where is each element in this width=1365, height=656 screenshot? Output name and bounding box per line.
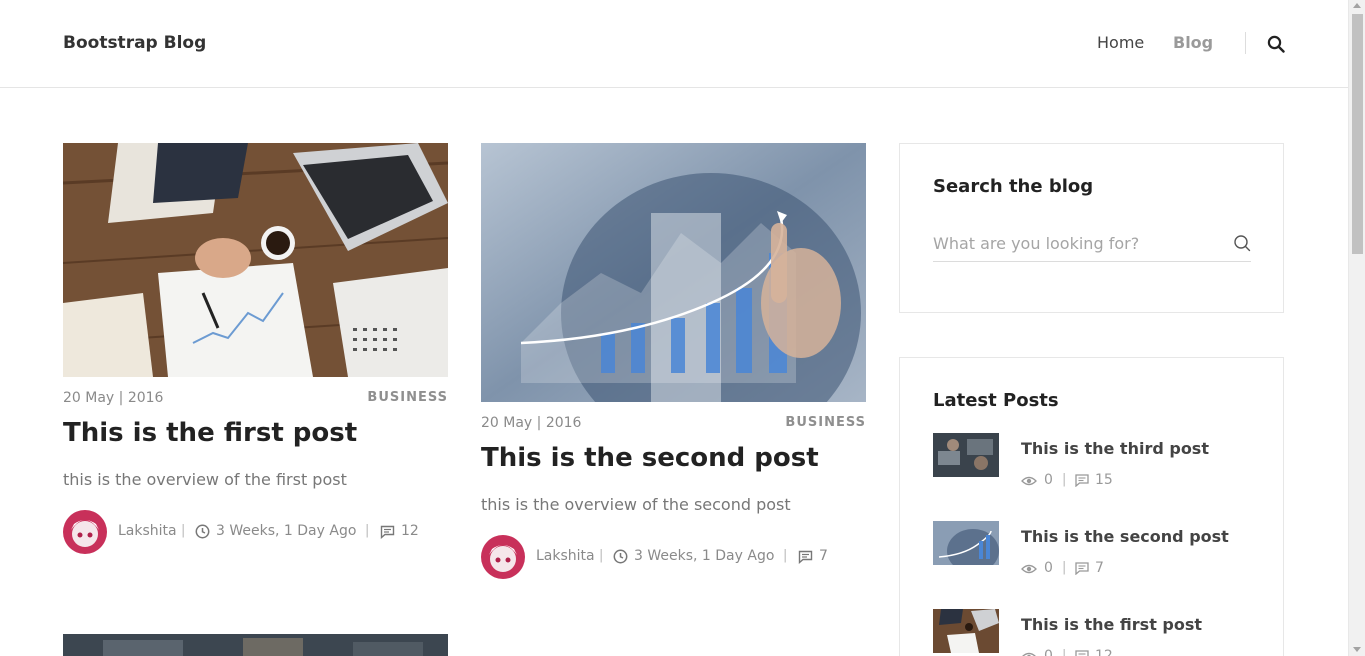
widget-title: Latest Posts <box>933 390 1059 411</box>
page-scrollbar[interactable] <box>1348 0 1365 656</box>
post-footer: Lakshita | 3 Weeks, 1 Day Ago | 12 <box>63 510 448 554</box>
latest-post-item[interactable]: This is the first post 0 | 12 <box>933 609 1253 656</box>
comment-icon <box>798 550 813 564</box>
post-date: 20 May | 2016 <box>481 415 582 431</box>
post-image[interactable] <box>481 143 866 402</box>
latest-post-thumbnail[interactable] <box>933 521 999 565</box>
post-footer: Lakshita | 3 Weeks, 1 Day Ago | 7 <box>481 535 866 579</box>
brand-logo-link[interactable]: Bootstrap Blog <box>63 33 206 53</box>
author-name-link[interactable]: Lakshita <box>536 548 595 564</box>
post-category-link[interactable]: BUSINESS <box>785 415 866 430</box>
latest-posts-widget: Latest Posts This is the third post 0 | … <box>899 357 1284 656</box>
latest-post-title-link[interactable]: This is the second post <box>1021 527 1229 546</box>
post-meta: 20 May | 2016 BUSINESS <box>481 415 866 435</box>
comment-icon <box>1075 474 1089 487</box>
post-category-link[interactable]: BUSINESS <box>367 390 448 405</box>
author-avatar[interactable] <box>63 510 107 554</box>
post-excerpt: this is the overview of the first post <box>63 470 347 489</box>
author-name-link[interactable]: Lakshita <box>118 523 177 539</box>
eye-icon <box>1022 652 1036 656</box>
post-card: 20 May | 2016 BUSINESS This is the secon… <box>481 143 866 583</box>
post-time: 3 Weeks, 1 Day Ago <box>216 523 357 539</box>
scrollbar-thumb[interactable] <box>1352 14 1363 254</box>
latest-post-title-link[interactable]: This is the third post <box>1021 439 1209 458</box>
eye-icon <box>1021 476 1037 486</box>
post-image[interactable] <box>63 634 448 656</box>
latest-post-item[interactable]: This is the third post 0 | 15 <box>933 433 1253 493</box>
post-title-link[interactable]: This is the first post <box>63 418 357 448</box>
navbar: Bootstrap Blog Home Blog <box>0 0 1348 88</box>
view-count: 0 <box>1044 472 1053 488</box>
latest-post-thumbnail[interactable] <box>933 609 999 653</box>
comment-count: 7 <box>819 548 828 564</box>
post-title-link[interactable]: This is the second post <box>481 443 819 473</box>
search-icon[interactable] <box>1267 35 1285 53</box>
search-field <box>933 228 1251 262</box>
comment-count: 15 <box>1095 472 1113 488</box>
search-widget: Search the blog <box>899 143 1284 313</box>
latest-post-title-link[interactable]: This is the first post <box>1021 615 1202 634</box>
view-count: 0 <box>1044 648 1053 656</box>
comment-count: 12 <box>401 523 419 539</box>
meta-separator: | <box>365 523 370 538</box>
meta-separator: | <box>1062 472 1067 487</box>
view-count: 0 <box>1044 560 1053 576</box>
meta-separator: | <box>1062 648 1067 656</box>
post-time: 3 Weeks, 1 Day Ago <box>634 548 775 564</box>
nav-divider <box>1245 32 1246 54</box>
clock-icon <box>195 524 210 539</box>
search-submit-icon[interactable] <box>1233 234 1251 252</box>
search-input[interactable] <box>933 230 1223 256</box>
nav-link-home[interactable]: Home <box>1097 33 1144 52</box>
comment-icon <box>1075 562 1089 575</box>
latest-post-item[interactable]: This is the second post 0 | 7 <box>933 521 1253 581</box>
post-date: 20 May | 2016 <box>63 390 164 406</box>
author-avatar[interactable] <box>481 535 525 579</box>
comment-icon <box>1075 650 1089 656</box>
scroll-down-arrow-icon[interactable] <box>1353 647 1361 652</box>
post-excerpt: this is the overview of the second post <box>481 495 791 514</box>
post-meta: 20 May | 2016 BUSINESS <box>63 390 448 410</box>
nav-link-blog[interactable]: Blog <box>1173 33 1213 52</box>
widget-title: Search the blog <box>933 176 1094 197</box>
post-card: 20 May | 2016 BUSINESS This is the first… <box>63 143 448 563</box>
scroll-up-arrow-icon[interactable] <box>1353 3 1361 8</box>
comment-count: 12 <box>1095 648 1113 656</box>
clock-icon <box>613 549 628 564</box>
latest-post-thumbnail[interactable] <box>933 433 999 477</box>
meta-separator: | <box>599 548 604 563</box>
eye-icon <box>1021 564 1037 574</box>
comment-icon <box>380 525 395 539</box>
post-image[interactable] <box>63 143 448 377</box>
comment-count: 7 <box>1095 560 1104 576</box>
meta-separator: | <box>181 523 186 538</box>
meta-separator: | <box>783 548 788 563</box>
meta-separator: | <box>1062 560 1067 575</box>
